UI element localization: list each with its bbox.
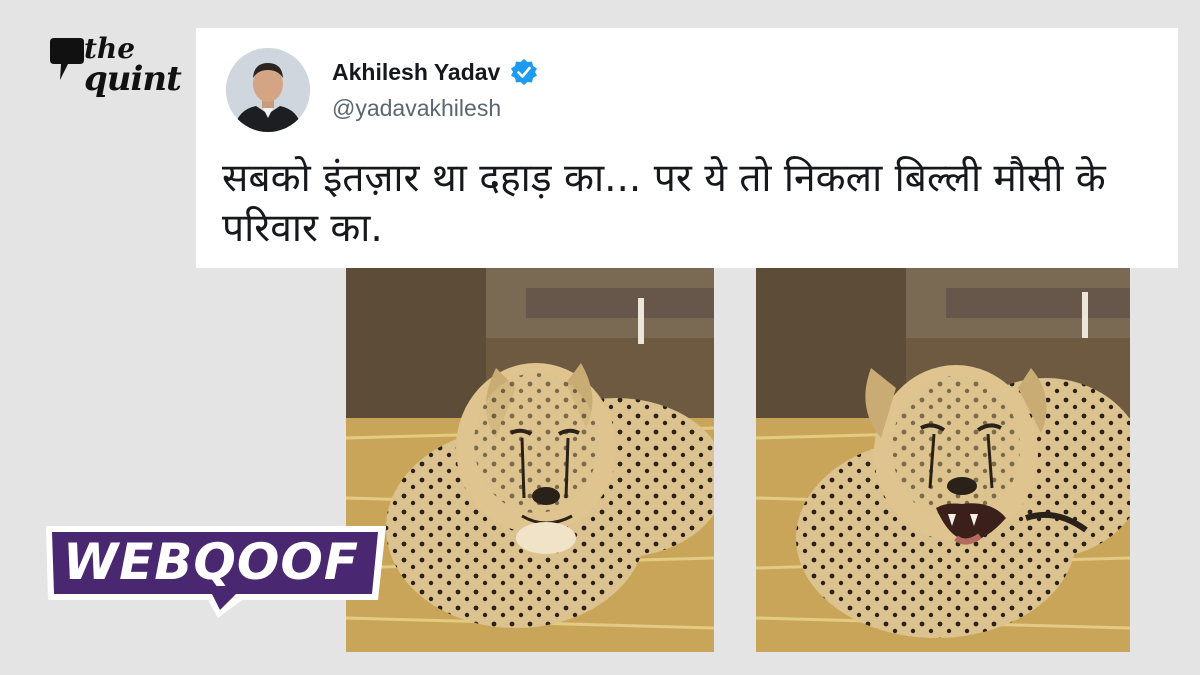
logo-word-quint: quint [84,59,182,99]
the-quint-logo: the quint [50,34,182,114]
webqoof-badge: WEBQOOF [42,522,388,620]
cheetah-image-closed-mouth [346,268,714,652]
speech-bubble-icon [50,38,84,80]
cheetah-image-open-mouth [756,268,1130,652]
avatar[interactable] [226,48,310,132]
profile-photo [226,48,310,132]
badge-label: WEBQOOF [62,533,360,591]
verified-badge-icon [510,59,537,85]
author-handle[interactable]: @yadavakhilesh [332,95,501,122]
author-name[interactable]: Akhilesh Yadav [332,59,500,86]
video-frame-left [346,268,714,652]
video-frame-right [756,268,1130,652]
tweet-card[interactable]: Akhilesh Yadav @yadavakhilesh सबको इंतज़… [196,28,1178,268]
tweet-text: सबको इंतज़ार था दहाड़ का... पर ये तो निक… [222,156,1106,251]
